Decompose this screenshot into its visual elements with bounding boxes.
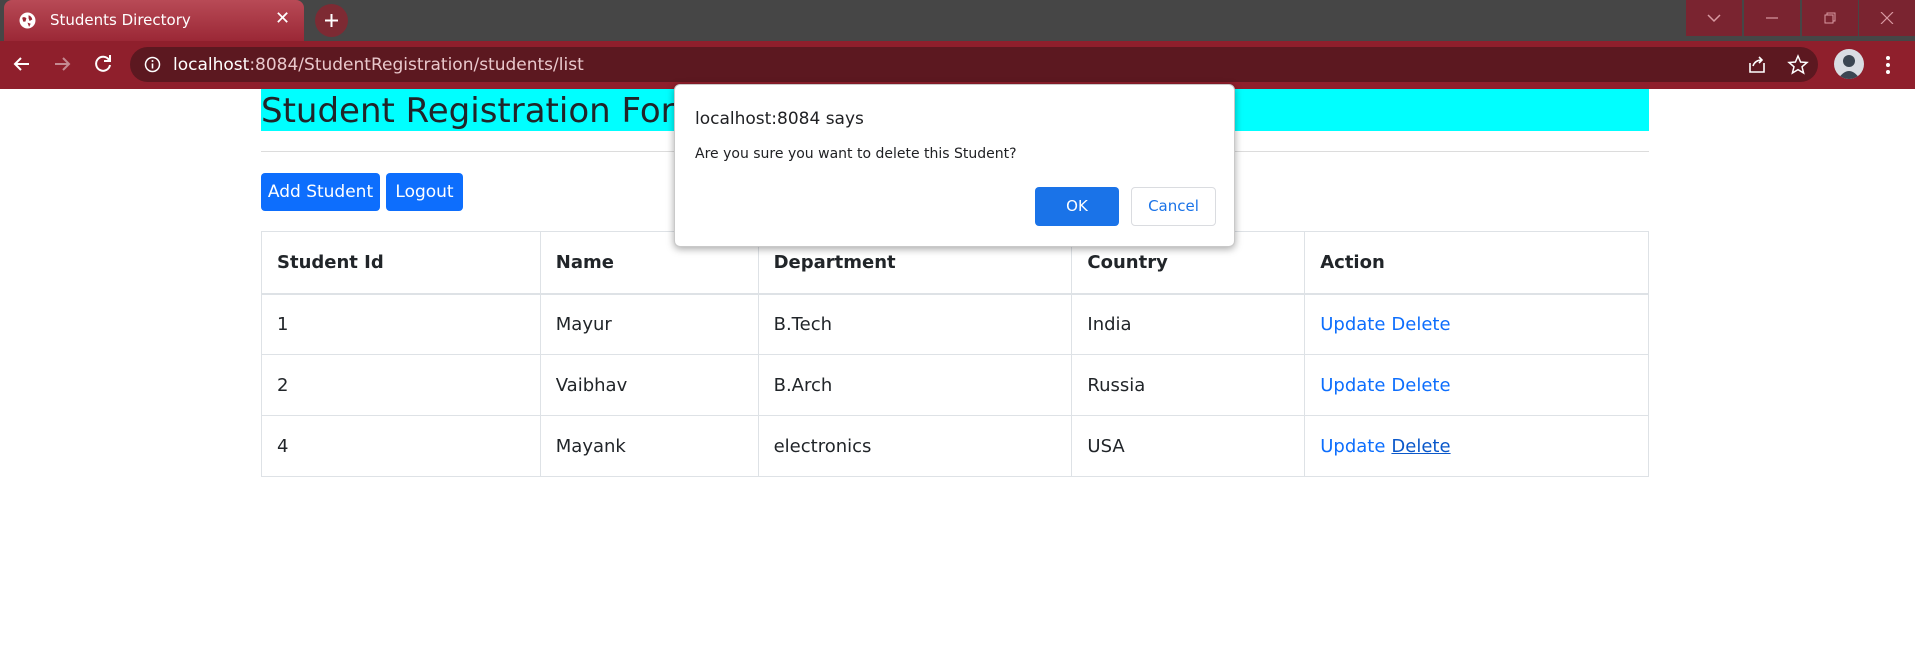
share-icon[interactable]	[1745, 53, 1769, 77]
column-header-action: Action	[1304, 231, 1649, 295]
cell-country: USA	[1071, 415, 1306, 477]
table-row: 1 Mayur B.Tech India Update Delete	[261, 293, 1649, 355]
minimize-button[interactable]	[1744, 0, 1800, 36]
menu-icon[interactable]	[1876, 53, 1900, 77]
logout-button[interactable]: Logout	[386, 173, 463, 211]
url-text: localhost:8084/StudentRegistration/stude…	[173, 55, 584, 75]
cell-student-id: 1	[261, 293, 541, 355]
dialog-title: localhost:8084 says	[695, 109, 864, 129]
avatar[interactable]	[1834, 49, 1864, 79]
delete-link[interactable]: Delete	[1391, 375, 1450, 396]
tab-strip: Students Directory ✕	[0, 0, 1915, 41]
column-header-id: Student Id	[261, 231, 541, 295]
table-row: 2 Vaibhav B.Arch Russia Update Delete	[261, 354, 1649, 416]
url-host: localhost	[173, 55, 250, 75]
browser-tab[interactable]: Students Directory ✕	[4, 0, 304, 41]
cancel-button[interactable]: Cancel	[1131, 187, 1216, 226]
plus-icon	[325, 14, 338, 27]
update-link[interactable]: Update	[1320, 314, 1385, 335]
cell-action: Update Delete	[1304, 293, 1649, 355]
cell-department: B.Tech	[757, 293, 1073, 355]
cell-action: Update Delete	[1304, 415, 1649, 477]
tab-search-button[interactable]	[1686, 0, 1742, 36]
cell-name: Mayur	[539, 293, 759, 355]
update-link[interactable]: Update	[1320, 436, 1385, 457]
update-link[interactable]: Update	[1320, 375, 1385, 396]
globe-icon	[19, 12, 36, 29]
confirm-dialog: localhost:8084 says Are you sure you wan…	[674, 84, 1235, 247]
chevron-down-icon	[1707, 14, 1721, 23]
cell-department: electronics	[757, 415, 1073, 477]
restore-icon	[1824, 12, 1836, 24]
restore-button[interactable]	[1802, 0, 1858, 36]
window-close-button[interactable]	[1859, 0, 1915, 36]
new-tab-button[interactable]	[315, 4, 348, 37]
window-close-icon	[1880, 12, 1894, 24]
cell-student-id: 4	[261, 415, 541, 477]
close-icon[interactable]: ✕	[275, 9, 290, 29]
delete-link[interactable]: Delete	[1391, 314, 1450, 335]
table-row: 4 Mayank electronics USA Update Delete	[261, 415, 1649, 477]
add-student-button[interactable]: Add Student	[261, 173, 380, 211]
cell-action: Update Delete	[1304, 354, 1649, 416]
page-title: Student Registration For D	[261, 91, 712, 131]
cell-name: Mayank	[539, 415, 759, 477]
cell-student-id: 2	[261, 354, 541, 416]
address-bar[interactable]: localhost:8084/StudentRegistration/stude…	[130, 47, 1818, 82]
url-path: :8084/StudentRegistration/students/list	[249, 55, 584, 75]
star-icon[interactable]	[1786, 53, 1810, 77]
students-table: Student Id Name Department Country Actio…	[261, 231, 1649, 477]
browser-toolbar: localhost:8084/StudentRegistration/stude…	[0, 41, 1915, 89]
delete-link[interactable]: Delete	[1391, 436, 1450, 457]
dialog-message: Are you sure you want to delete this Stu…	[695, 146, 1017, 162]
reload-icon[interactable]	[90, 51, 116, 77]
cell-department: B.Arch	[757, 354, 1073, 416]
tab-title: Students Directory	[50, 11, 191, 29]
profile-icon	[1838, 55, 1860, 79]
cell-name: Vaibhav	[539, 354, 759, 416]
info-icon[interactable]	[144, 56, 161, 73]
minimize-icon	[1766, 17, 1778, 19]
cell-country: India	[1071, 293, 1306, 355]
ok-button[interactable]: OK	[1035, 187, 1119, 226]
forward-icon[interactable]	[49, 51, 75, 77]
back-icon[interactable]	[9, 51, 35, 77]
cell-country: Russia	[1071, 354, 1306, 416]
